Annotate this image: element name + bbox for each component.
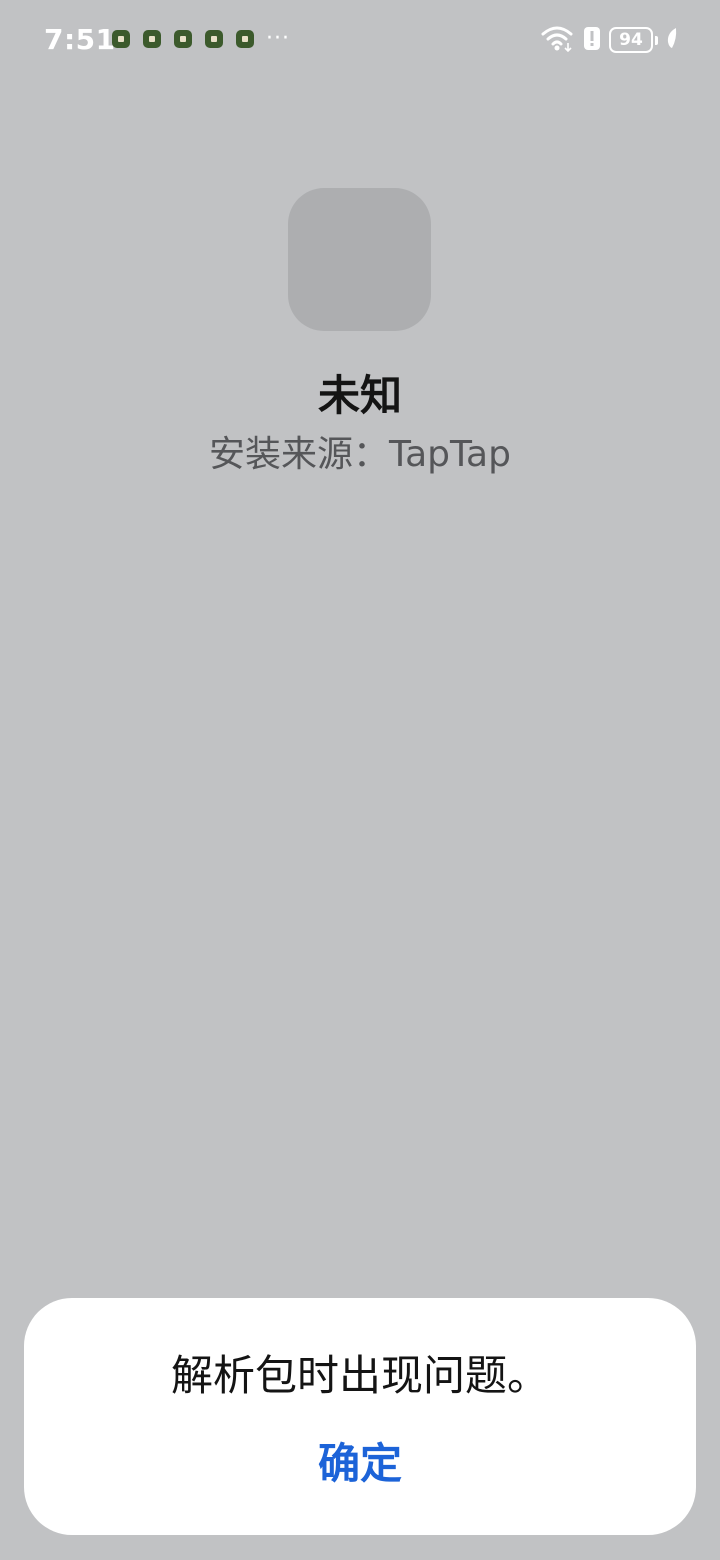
error-dialog: 解析包时出现问题。 确定: [24, 1298, 696, 1535]
install-source-label: 安装来源：TapTap: [209, 434, 511, 475]
app-notification-icon: [236, 30, 254, 48]
battery-level: 94: [609, 27, 653, 53]
battery-alert-icon: [583, 25, 601, 55]
battery-icon: 94: [609, 27, 658, 53]
status-time: 7:51: [44, 23, 116, 56]
app-notification-icon: [112, 30, 130, 48]
status-right-cluster: 94: [541, 24, 678, 56]
notification-icons: [112, 30, 254, 48]
app-icon-placeholder: [288, 188, 431, 331]
dialog-message: 解析包时出现问题。: [170, 1351, 549, 1400]
battery-cap: [655, 35, 658, 45]
app-notification-icon: [143, 30, 161, 48]
more-notifications-indicator: ···: [266, 26, 290, 51]
confirm-button[interactable]: 确定: [260, 1432, 460, 1496]
app-notification-icon: [205, 30, 223, 48]
app-name: 未知: [317, 371, 402, 420]
status-bar: 7:51 ··· 94: [0, 0, 720, 80]
wifi-icon: [541, 24, 575, 56]
leaf-icon: [666, 27, 678, 53]
app-notification-icon: [174, 30, 192, 48]
